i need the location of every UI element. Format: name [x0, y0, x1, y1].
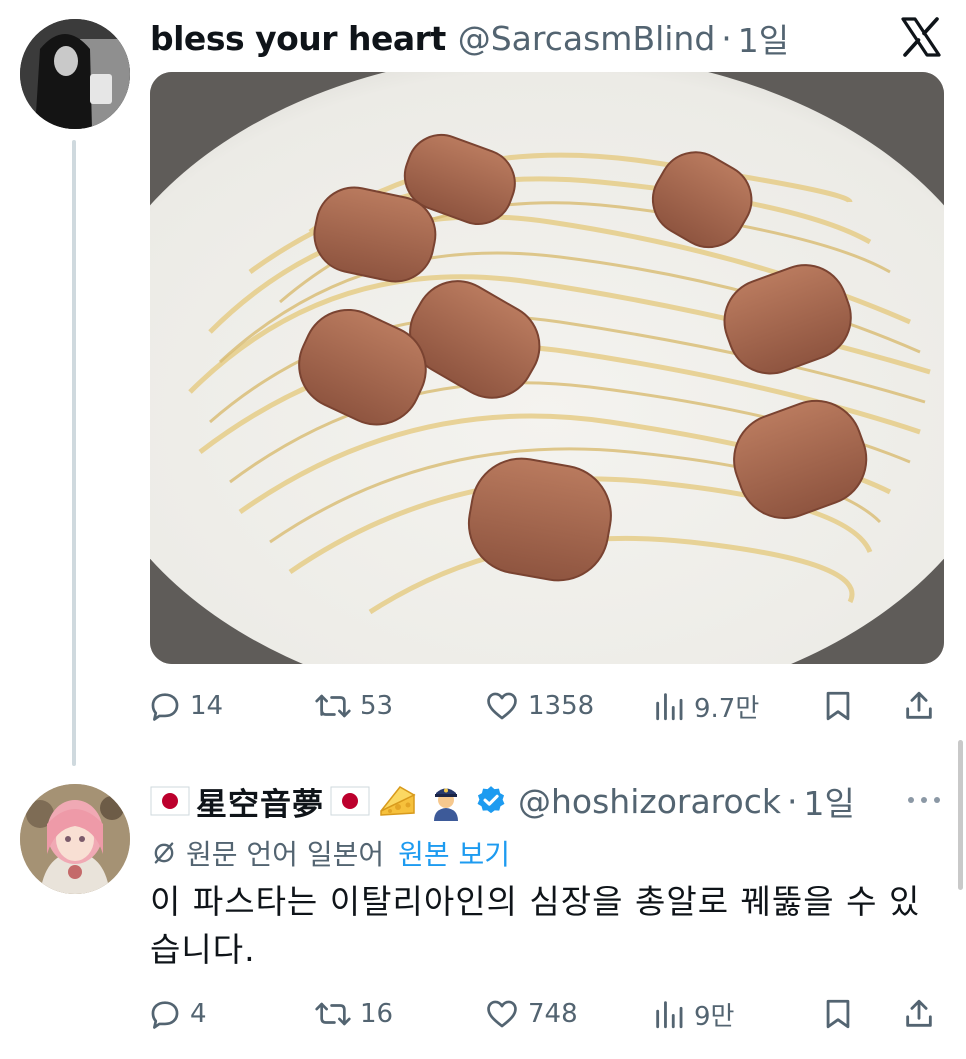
- scrollbar[interactable]: [958, 740, 963, 890]
- timestamp[interactable]: 1일: [803, 777, 854, 825]
- retweet-icon: [315, 1002, 351, 1026]
- police-officer-icon: [426, 781, 466, 821]
- heart-icon: [487, 692, 517, 720]
- tweet-action-bar: 4 16 748 9만: [148, 991, 948, 1037]
- like-count: 1358: [528, 691, 595, 721]
- user-avatar[interactable]: [20, 784, 130, 894]
- share-icon: [906, 999, 932, 1027]
- bookmark-button[interactable]: [821, 683, 855, 729]
- japan-flag-icon: [330, 786, 370, 816]
- like-button[interactable]: 1358: [484, 683, 594, 729]
- cheese-icon: [378, 781, 418, 821]
- verified-badge-icon: [474, 784, 508, 818]
- reply-button[interactable]: 4: [148, 991, 207, 1037]
- views-count: 9.7만: [694, 693, 760, 724]
- display-name[interactable]: bless your heart: [150, 19, 446, 58]
- retweet-count: 53: [360, 691, 394, 721]
- bar-chart-icon: [656, 693, 683, 721]
- timestamp[interactable]: 1일: [738, 14, 789, 62]
- reply-icon: [151, 693, 179, 721]
- thread-connector-line: [72, 140, 76, 766]
- translation-info: 원문 언어 일본어 원본 보기: [150, 832, 510, 874]
- share-button[interactable]: [902, 683, 936, 729]
- display-name[interactable]: 星空音夢: [196, 779, 324, 824]
- tweet-action-bar: 14 53 1358 9.7만: [148, 683, 948, 729]
- share-button[interactable]: [902, 991, 936, 1037]
- reply-icon: [151, 1001, 179, 1029]
- bookmark-icon: [826, 691, 850, 721]
- tweet-media-image[interactable]: [150, 72, 944, 664]
- views-button[interactable]: 9만: [652, 991, 734, 1037]
- like-count: 748: [528, 999, 578, 1029]
- original-language-label: 원문 언어 일본어: [186, 838, 385, 871]
- user-handle[interactable]: @hoshizorarock: [518, 782, 781, 821]
- tweet-header: bless your heart @SarcasmBlind · 1일: [150, 14, 789, 62]
- more-options-icon[interactable]: [905, 788, 945, 812]
- user-avatar[interactable]: [20, 19, 130, 129]
- reply-count: 14: [190, 691, 224, 721]
- retweet-count: 16: [360, 999, 394, 1029]
- show-original-link[interactable]: 원본 보기: [398, 833, 510, 873]
- share-icon: [906, 691, 932, 719]
- x-logo-icon: [900, 16, 942, 58]
- views-count: 9만: [694, 1001, 735, 1032]
- user-handle[interactable]: @SarcasmBlind: [458, 19, 716, 58]
- like-button[interactable]: 748: [484, 991, 578, 1037]
- retweet-button[interactable]: 53: [314, 683, 393, 729]
- bookmark-icon: [826, 999, 850, 1029]
- retweet-button[interactable]: 16: [314, 991, 393, 1037]
- japan-flag-icon: [150, 786, 190, 816]
- retweet-icon: [315, 694, 351, 718]
- separator-dot: ·: [721, 18, 732, 58]
- slashed-circle-icon: [154, 842, 174, 864]
- bar-chart-icon: [656, 1001, 683, 1029]
- reply-count: 4: [190, 999, 207, 1029]
- tweet-header: 星空音夢 @hoshizorarock · 1일: [150, 776, 855, 826]
- reply-button[interactable]: 14: [148, 683, 223, 729]
- heart-icon: [487, 1000, 517, 1028]
- bookmark-button[interactable]: [821, 991, 855, 1037]
- tweet-text: 이 파스타는 이탈리아인의 심장을 총알로 꿰뚫을 수 있습니다.: [150, 882, 921, 969]
- views-button[interactable]: 9.7만: [652, 683, 759, 729]
- separator-dot: ·: [786, 781, 798, 821]
